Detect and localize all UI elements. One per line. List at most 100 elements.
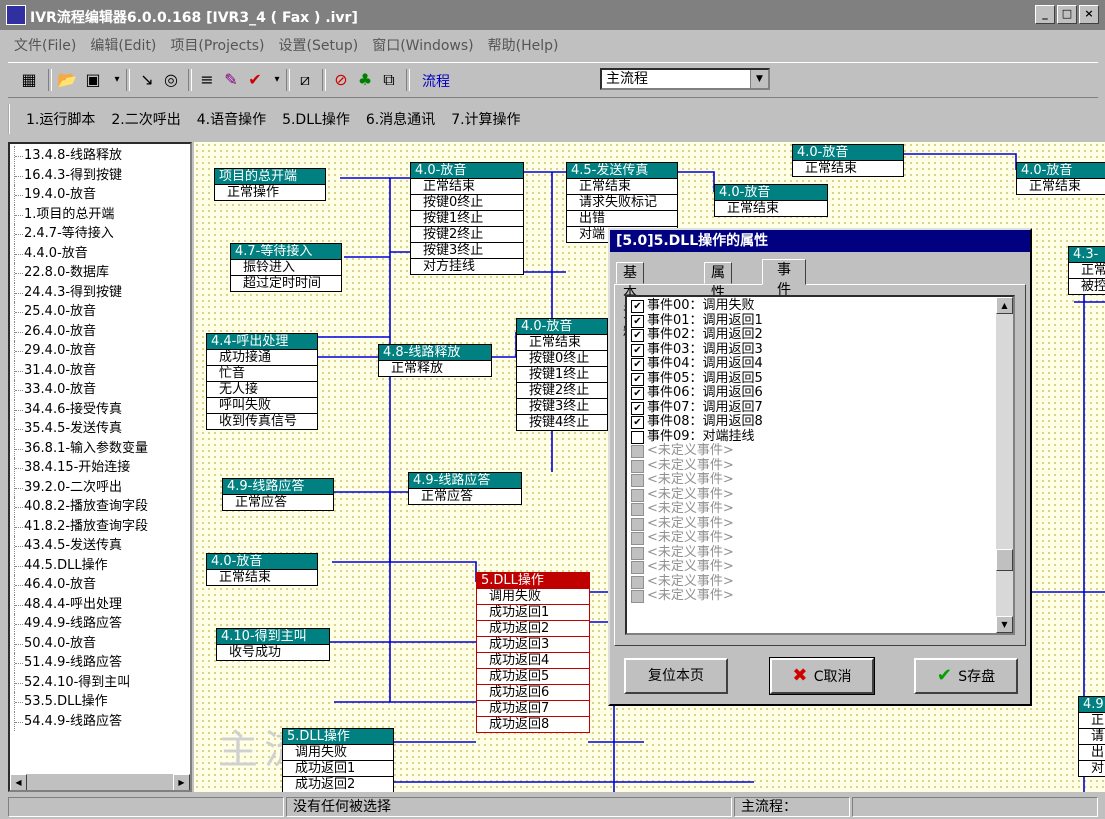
tree-item[interactable]: 46.4.0-放音 <box>10 575 190 595</box>
event-checkbox[interactable] <box>631 575 644 589</box>
node-outlet[interactable]: 正常 <box>1069 262 1105 278</box>
event-item[interactable]: <未定义事件> <box>627 487 1013 503</box>
tree-item[interactable]: 53.5.DLL操作 <box>10 692 190 712</box>
op-compute[interactable]: 7.计算操作 <box>451 109 520 129</box>
tab-basic[interactable]: 基本资料 <box>616 262 644 341</box>
node-outlet[interactable]: 收号成功 <box>217 644 329 660</box>
check-icon[interactable]: ✔ <box>244 69 266 91</box>
tab-properties[interactable]: 属性 <box>704 262 732 301</box>
tree-item[interactable]: 25.4.0-放音 <box>10 302 190 322</box>
event-item[interactable]: <未定义事件> <box>627 530 1013 546</box>
node-outlet[interactable]: 请 <box>1079 728 1105 744</box>
menu-edit[interactable]: 编辑(Edit) <box>90 35 156 55</box>
event-checkbox[interactable]: ✔ <box>631 358 644 371</box>
event-checkbox[interactable] <box>631 474 644 487</box>
tree-item[interactable]: 34.4.6-接受传真 <box>10 399 190 420</box>
event-checkbox[interactable] <box>631 517 644 531</box>
event-item[interactable]: ✔ 事件05：调用返回5 <box>627 371 1013 387</box>
event-item[interactable]: <未定义事件> <box>627 443 1013 459</box>
menu-help[interactable]: 帮助(Help) <box>488 35 559 55</box>
node-outlet[interactable]: 正常结束 <box>1017 178 1105 194</box>
open-folder-icon[interactable]: 📂 <box>56 69 78 91</box>
node-outlet[interactable]: 请求失败标记 <box>567 194 677 210</box>
node-outlet[interactable]: 调用失败 <box>477 588 589 604</box>
tree-item[interactable]: 13.4.8-线路释放 <box>10 146 190 166</box>
node-outlet[interactable]: 对方挂线 <box>411 258 523 274</box>
tree-item[interactable]: 31.4.0-放音 <box>10 360 190 381</box>
node-outlet[interactable]: 成功返回2 <box>283 776 393 792</box>
node-outlet[interactable]: 正常操作 <box>215 184 325 200</box>
flow-node[interactable]: 4.9-线路应答 正常应答 <box>408 472 522 505</box>
tree-item[interactable]: 4.4.0-放音 <box>10 243 190 264</box>
tree-item[interactable]: 16.4.3-得到按键 <box>10 165 190 186</box>
flow-node[interactable]: 4.0-放音 正常结束 <box>206 553 318 586</box>
event-checkbox[interactable]: ✔ <box>631 343 644 357</box>
event-checkbox[interactable] <box>631 546 644 560</box>
node-outlet[interactable]: 正 <box>1079 712 1105 728</box>
op-message[interactable]: 6.消息通讯 <box>366 109 435 129</box>
op-second-call[interactable]: 2.二次呼出 <box>111 109 180 129</box>
event-item[interactable]: <未定义事件> <box>627 574 1013 590</box>
node-outlet[interactable]: 成功返回2 <box>477 620 589 636</box>
op-voice[interactable]: 4.语音操作 <box>197 109 266 129</box>
save-icon[interactable]: ▣ <box>82 69 104 91</box>
chevron-down-icon[interactable]: ▼ <box>750 70 768 88</box>
tree-item[interactable]: 40.8.2-播放查询字段 <box>10 497 190 517</box>
op-dll[interactable]: 5.DLL操作 <box>282 109 350 129</box>
flow-node[interactable]: 4.0-放音 正常结束 <box>792 144 904 177</box>
tree-item[interactable]: 35.4.5-发送传真 <box>10 419 190 439</box>
node-outlet[interactable]: 成功返回3 <box>477 636 589 652</box>
node-outlet[interactable]: 呼叫失败 <box>207 397 317 413</box>
flow-node[interactable]: 5.DLL操作 调用失败 成功返回1 成功返回2 <box>282 728 394 792</box>
op-run-script[interactable]: 1.运行脚本 <box>26 109 95 129</box>
tab-events[interactable]: 事件 <box>762 259 806 298</box>
stop-icon[interactable]: ⊘ <box>330 69 352 91</box>
menu-setup[interactable]: 设置(Setup) <box>279 35 359 55</box>
event-item[interactable]: ✔ 事件08：调用返回8 <box>627 414 1013 430</box>
node-outlet[interactable]: 收到传真信号 <box>207 413 317 429</box>
event-checkbox[interactable] <box>631 532 644 545</box>
flow-node[interactable]: 4.9-线路应答 正常应答 <box>222 478 334 511</box>
event-item[interactable]: <未定义事件> <box>627 588 1013 604</box>
event-item[interactable]: ✔ 事件06：调用返回6 <box>627 385 1013 401</box>
tree-item[interactable]: 29.4.0-放音 <box>10 341 190 361</box>
event-item[interactable]: <未定义事件> <box>627 559 1013 575</box>
new-project-icon[interactable]: ▦ <box>18 69 40 91</box>
event-checkbox[interactable] <box>631 488 644 502</box>
tree-item[interactable]: 44.5.DLL操作 <box>10 555 190 576</box>
flow-tree[interactable]: 13.4.8-线路释放 16.4.3-得到按键 19.4.0-放音 1.项目的总开端 2… <box>8 142 192 792</box>
event-item[interactable]: <未定义事件> <box>627 516 1013 532</box>
event-checkbox[interactable] <box>631 430 644 444</box>
events-list[interactable]: ✔ 事件00：调用失败 ✔ 事件01：调用返回1 ✔ 事件02：调用返回2 ✔ 事件03：调用… <box>625 295 1015 635</box>
cancel-button[interactable]: ✖ C取消 <box>769 657 875 695</box>
node-outlet[interactable]: 正常结束 <box>411 178 523 194</box>
event-item[interactable]: ✔ 事件01：调用返回1 <box>627 313 1013 329</box>
event-checkbox[interactable] <box>631 590 644 603</box>
node-outlet[interactable]: 忙音 <box>207 365 317 381</box>
flow-node[interactable]: 4.0-放音 正常结束 <box>1016 162 1105 195</box>
flow-node[interactable]: 5.DLL操作 调用失败 成功返回1 成功返回2 成功返回3 成功返回4 成功返回5 成功返回… <box>476 572 590 733</box>
event-checkbox[interactable] <box>631 503 644 516</box>
node-outlet[interactable]: 被控 <box>1069 278 1105 294</box>
event-item[interactable]: ✔ 事件03：调用返回3 <box>627 342 1013 358</box>
node-outlet[interactable]: 按键4终止 <box>517 414 607 430</box>
dropdown-arrow-icon[interactable]: ▾ <box>106 69 128 91</box>
ruler-icon[interactable]: ⧄ <box>294 69 316 91</box>
node-outlet[interactable]: 按键3终止 <box>517 398 607 414</box>
maximize-button[interactable]: □ <box>1057 5 1077 24</box>
user-icon[interactable]: ♣ <box>354 69 376 91</box>
edit-pen-icon[interactable]: ✎ <box>220 69 242 91</box>
event-checkbox[interactable]: ✔ <box>631 401 644 415</box>
event-item[interactable]: ✔ 事件07：调用返回7 <box>627 400 1013 416</box>
tree-item[interactable]: 54.4.9-线路应答 <box>10 711 190 732</box>
node-outlet[interactable]: 正常结束 <box>517 334 607 350</box>
node-outlet[interactable]: 按键0终止 <box>517 350 607 366</box>
tree-item[interactable]: 22.8.0-数据库 <box>10 263 190 283</box>
minimize-button[interactable]: _ <box>1035 5 1055 24</box>
event-item[interactable]: <未定义事件> <box>627 458 1013 474</box>
tree-item[interactable]: 26.4.0-放音 <box>10 321 190 342</box>
event-checkbox[interactable] <box>631 445 644 458</box>
tree-item[interactable]: 41.8.2-播放查询字段 <box>10 516 190 537</box>
node-outlet[interactable]: 成功返回6 <box>477 684 589 700</box>
event-checkbox[interactable]: ✔ <box>631 372 644 386</box>
